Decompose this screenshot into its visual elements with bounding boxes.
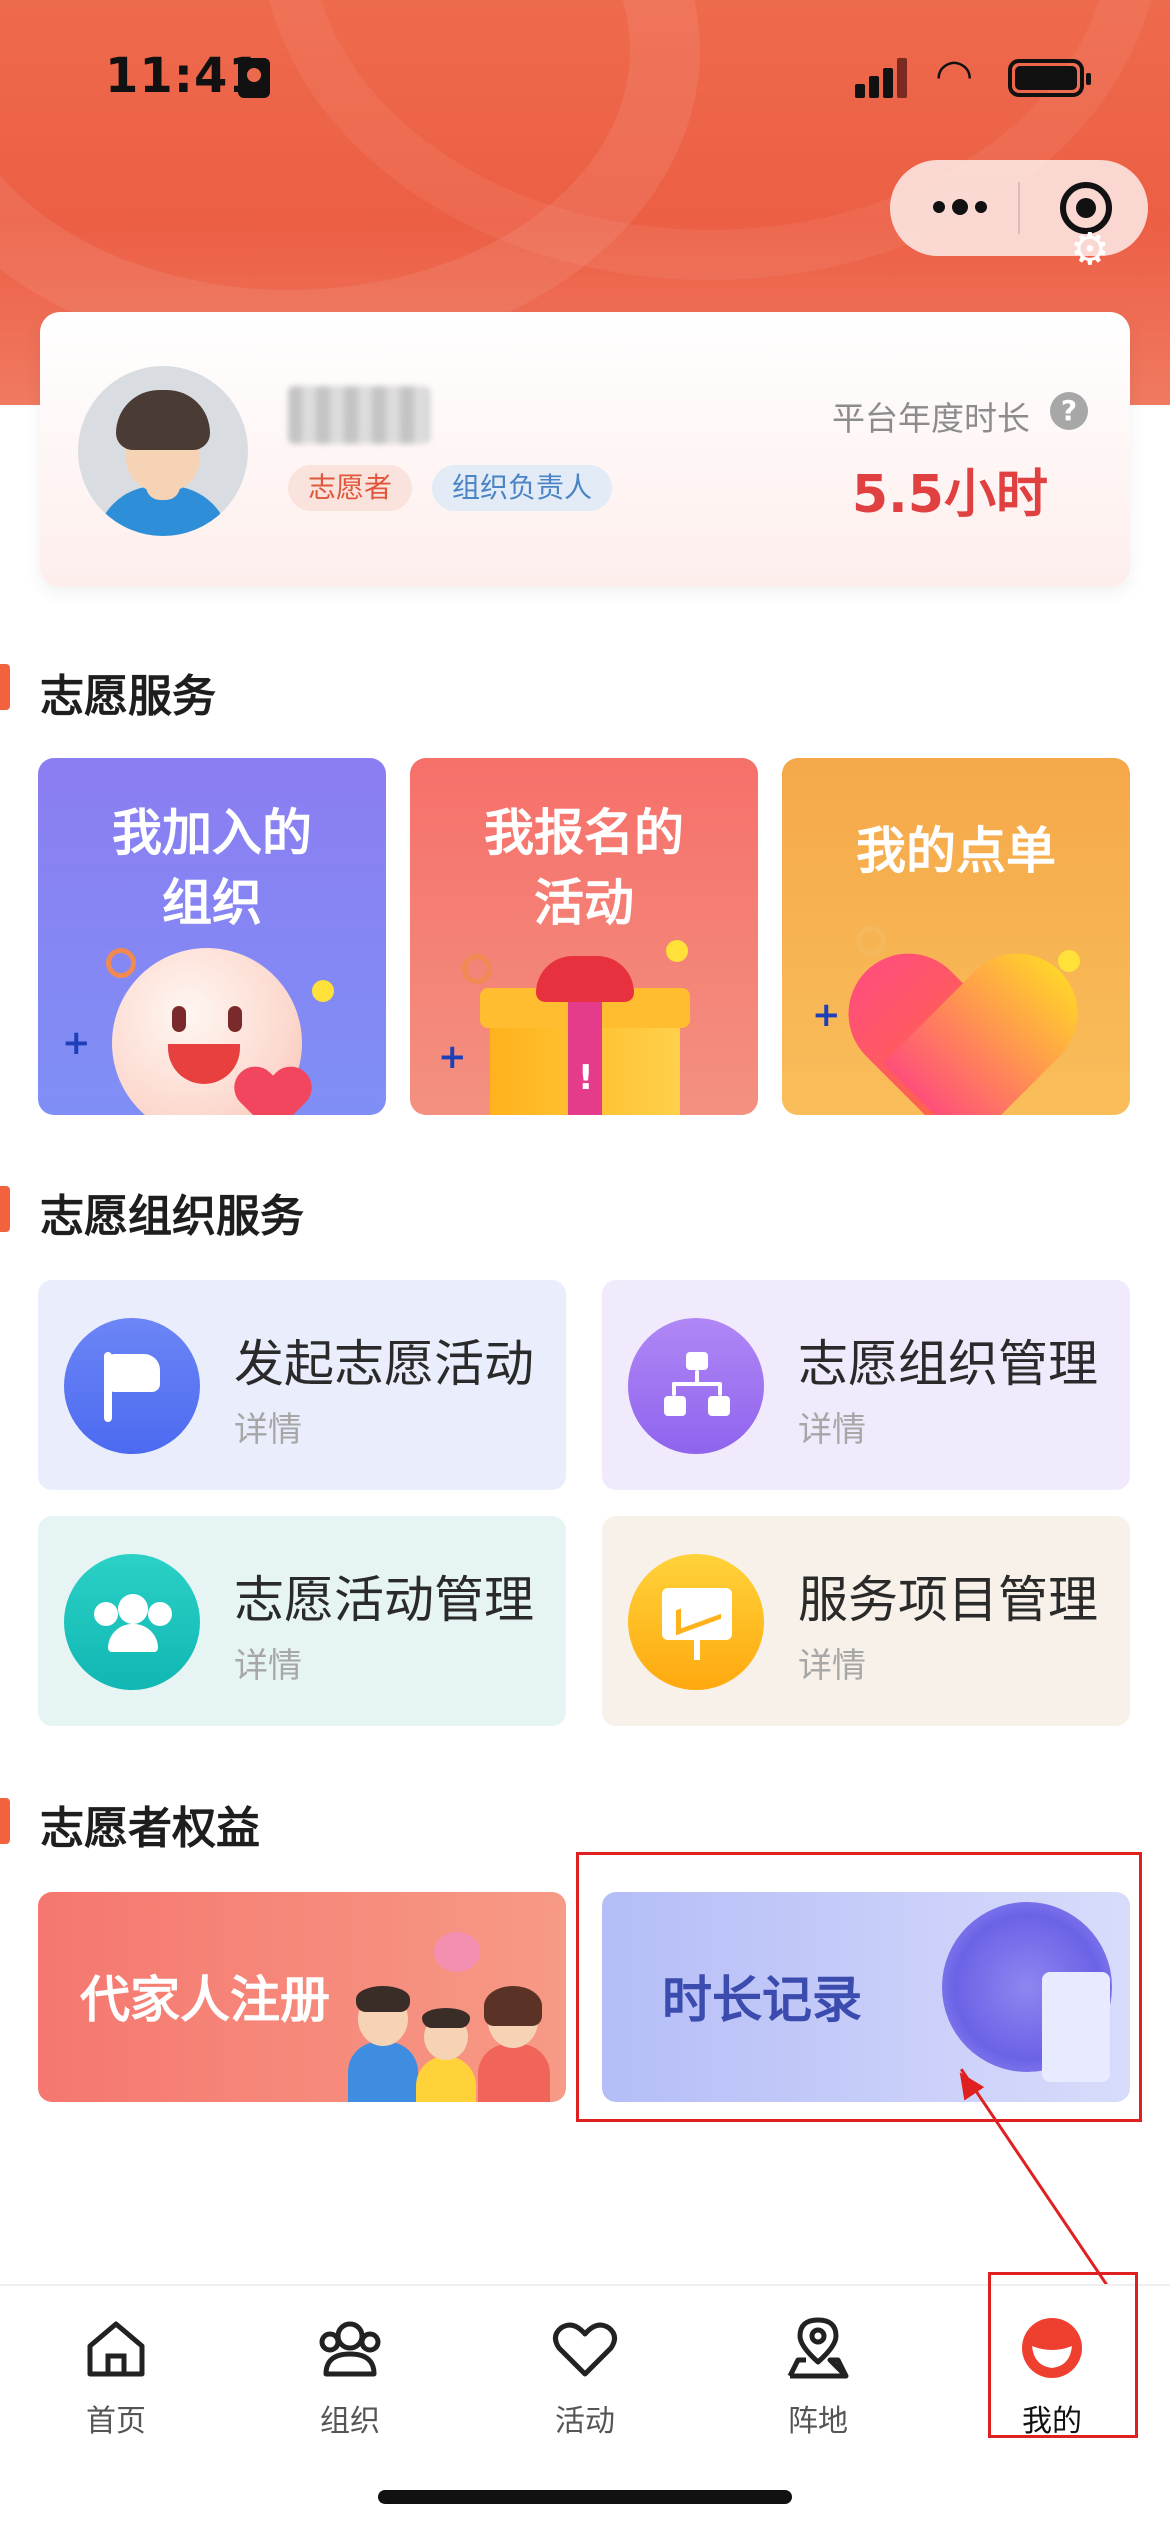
- tab-organization[interactable]: 组织: [270, 2306, 430, 2446]
- card-title: 发起志愿活动: [234, 1335, 534, 1393]
- tab-label: 组织: [320, 2404, 380, 2439]
- start-activity-card[interactable]: 发起志愿活动 详情: [38, 1280, 566, 1490]
- chart-board-icon: [628, 1554, 764, 1690]
- settings-gear-icon[interactable]: ⚙: [1070, 228, 1109, 272]
- org-chart-icon: [628, 1318, 764, 1454]
- joined-orgs-card[interactable]: 我加入的 组织 +: [38, 758, 386, 1115]
- card-label: 代家人注册: [80, 1971, 330, 2029]
- tab-label: 阵地: [788, 2404, 848, 2439]
- role-tag-org-leader: 组织负责人: [432, 465, 613, 511]
- signal-icon: [855, 58, 907, 98]
- section-marker: [0, 1798, 10, 1844]
- annotation-box-mine-tab: [988, 2272, 1138, 2438]
- more-icon[interactable]: [920, 187, 1000, 227]
- card-label-line2: 组织: [162, 874, 262, 932]
- section-title-rights: 志愿者权益: [40, 1803, 260, 1854]
- card-label-line1: 我的点单: [856, 822, 1056, 880]
- profile-card: 志愿者 组织负责人 平台年度时长 ? 5.5小时: [40, 312, 1130, 587]
- tab-label: 首页: [86, 2404, 146, 2439]
- family-register-card[interactable]: 代家人注册: [38, 1892, 566, 2102]
- battery-icon: [1008, 59, 1091, 97]
- avatar[interactable]: [78, 366, 248, 536]
- card-label-line1: 我报名的: [484, 804, 684, 862]
- project-management-card[interactable]: 服务项目管理 详情: [602, 1516, 1130, 1726]
- role-tag-volunteer: 志愿者: [288, 465, 413, 511]
- home-indicator: [378, 2490, 792, 2504]
- focus-mode-icon: [238, 58, 270, 98]
- card-detail: 详情: [234, 1410, 302, 1450]
- group-icon: [319, 2321, 381, 2377]
- annotation-box-hours-record: [576, 1852, 1142, 2122]
- wifi-icon: ◠: [935, 50, 974, 101]
- registered-activities-card[interactable]: 我报名的 活动 + !: [410, 758, 758, 1115]
- help-icon[interactable]: ?: [1050, 392, 1088, 430]
- heart-icon: [848, 958, 1068, 1115]
- user-name-blurred: [288, 386, 430, 444]
- tab-base[interactable]: 阵地: [738, 2306, 898, 2446]
- section-title-volunteer-service: 志愿服务: [40, 671, 216, 722]
- home-icon: [87, 2321, 145, 2377]
- section-marker: [0, 664, 10, 710]
- card-detail: 详情: [234, 1646, 302, 1686]
- card-title: 志愿活动管理: [234, 1571, 534, 1629]
- card-label-line2: 活动: [534, 874, 634, 932]
- card-detail: 详情: [798, 1646, 866, 1686]
- card-title: 服务项目管理: [798, 1571, 1098, 1629]
- section-marker: [0, 1186, 10, 1232]
- group-icon: [64, 1554, 200, 1690]
- heart-icon: [553, 2322, 617, 2377]
- section-title-org-service: 志愿组织服务: [40, 1191, 304, 1242]
- tab-label: 活动: [555, 2404, 615, 2439]
- tab-activity[interactable]: 活动: [505, 2306, 665, 2446]
- activity-management-card[interactable]: 志愿活动管理 详情: [38, 1516, 566, 1726]
- annual-hours-label: 平台年度时长: [832, 399, 1030, 438]
- annual-hours-value: 5.5小时: [851, 465, 1048, 525]
- tab-home[interactable]: 首页: [36, 2306, 196, 2446]
- heart-icon: [236, 1070, 310, 1115]
- card-label-line1: 我加入的: [112, 804, 312, 862]
- org-management-card[interactable]: 志愿组织管理 详情: [602, 1280, 1130, 1490]
- location-icon: [787, 2317, 849, 2379]
- flag-icon: [64, 1318, 200, 1454]
- my-orders-card[interactable]: 我的点单 +: [782, 758, 1130, 1115]
- card-title: 志愿组织管理: [798, 1335, 1098, 1393]
- family-illustration: [338, 1932, 558, 2102]
- card-detail: 详情: [798, 1410, 866, 1450]
